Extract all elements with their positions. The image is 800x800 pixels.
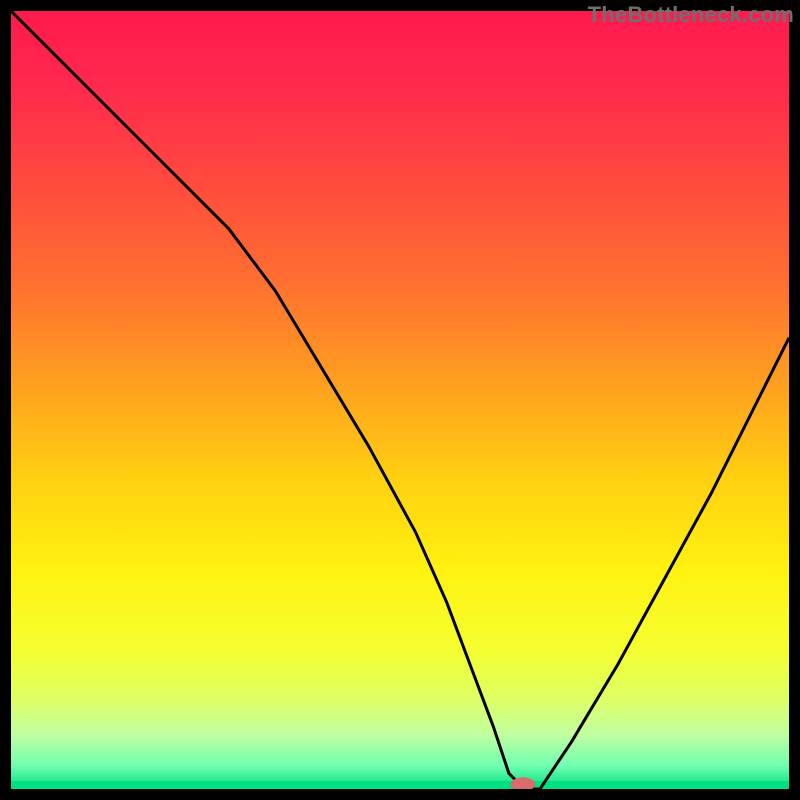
- baseline-strip: [11, 781, 789, 789]
- bottleneck-chart: [0, 0, 800, 800]
- watermark-text: TheBottleneck.com: [588, 2, 794, 28]
- chart-stage: TheBottleneck.com: [0, 0, 800, 800]
